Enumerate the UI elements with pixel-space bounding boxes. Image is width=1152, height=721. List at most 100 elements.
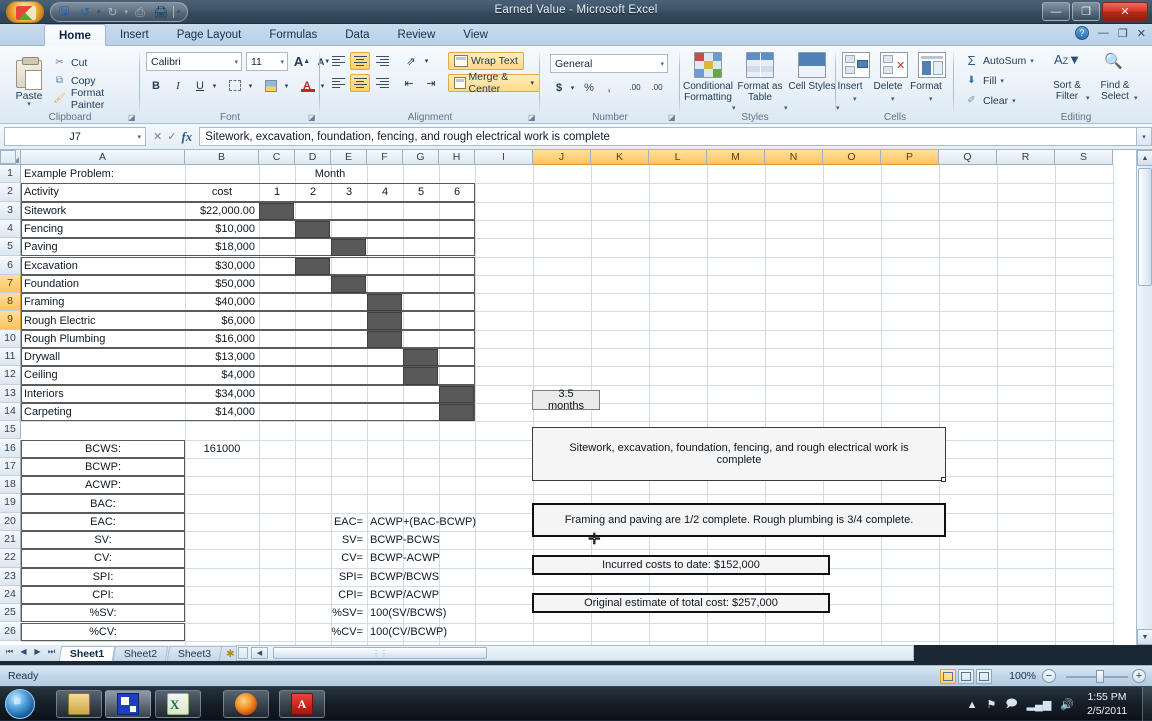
row-header-18[interactable]: 18 [0, 476, 21, 495]
metric-label-25[interactable]: %SV: [21, 604, 185, 622]
format-dropdown-icon[interactable]: ▾ [929, 95, 933, 103]
enter-formula-icon[interactable]: ✓ [167, 130, 176, 143]
currency-dropdown-icon[interactable]: ▾ [568, 80, 577, 95]
activity-cost-10[interactable]: $16,000 [185, 330, 259, 348]
conditional-formatting-dropdown-icon[interactable]: ▾ [732, 104, 736, 112]
gantt-bar-10-month-4[interactable] [367, 330, 402, 348]
column-header-K[interactable]: K [591, 150, 649, 165]
delete-label[interactable]: Delete [868, 81, 908, 92]
format-cells-icon[interactable] [918, 52, 946, 78]
zoom-in-button[interactable]: + [1132, 669, 1146, 683]
font-family-select[interactable]: Calibri ▾ [146, 52, 242, 71]
activity-name-10[interactable]: Rough Plumbing [21, 330, 185, 348]
fill-color-dropdown-icon[interactable]: ▾ [282, 78, 291, 93]
activity-cost-7[interactable]: $50,000 [185, 275, 259, 293]
name-box[interactable]: J7 ▾ [4, 127, 146, 146]
binoculars-icon[interactable]: 🔍 [1104, 52, 1130, 76]
gantt-bar-14-month-6[interactable] [439, 403, 474, 422]
row-header-14[interactable]: 14 [0, 402, 21, 422]
signal-icon[interactable]: ▂▄▆ [1027, 698, 1052, 711]
activity-name-5[interactable]: Paving [21, 238, 185, 256]
percent-button[interactable]: % [580, 78, 598, 97]
row-header-16[interactable]: 16 [0, 439, 21, 458]
insert-function-icon[interactable]: fx [181, 129, 192, 145]
spreadsheet-grid[interactable]: ABCDEFGHIJKLMNOPQRS 1 2 3 4 5 6 7 8 9 10 11 12 13 14 1… [0, 150, 1152, 645]
gantt-bar-13-month-6[interactable] [439, 385, 474, 403]
metric-label-26[interactable]: %CV: [21, 623, 185, 641]
gantt-bar-9-month-4[interactable] [367, 312, 402, 330]
taskbar-item-excel[interactable]: X [155, 690, 201, 718]
insert-dropdown-icon[interactable]: ▾ [853, 95, 857, 103]
scroll-down-icon[interactable]: ▼ [1137, 629, 1152, 645]
activity-cost-11[interactable]: $13,000 [185, 348, 259, 366]
row-header-19[interactable]: 19 [0, 494, 21, 513]
autosum-dropdown-icon[interactable]: ▾ [1030, 57, 1034, 65]
row-header-17[interactable]: 17 [0, 457, 21, 477]
scroll-left-icon[interactable]: ◀ [251, 647, 268, 659]
column-header-G[interactable]: G [403, 150, 439, 165]
callout-estimate[interactable]: Original estimate of total cost: $257,00… [532, 593, 830, 613]
sheet-tab-sheet2[interactable]: Sheet2 [112, 646, 169, 661]
insert-label[interactable]: Insert [830, 81, 870, 92]
format-painter-button[interactable]: 🖌 Format Painter [52, 87, 140, 111]
sheet-tab-sheet1[interactable]: Sheet1 [58, 646, 116, 661]
row-header-9[interactable]: 9 [0, 311, 21, 330]
activity-cost-6[interactable]: $30,000 [185, 257, 259, 275]
clear-dropdown-icon[interactable]: ▾ [1012, 97, 1016, 105]
zoom-level[interactable]: 100% [1009, 670, 1036, 682]
minimize-ribbon-icon[interactable]: — [1098, 27, 1109, 39]
decrease-decimal-button[interactable]: .00 [646, 78, 668, 97]
callout-incurred[interactable]: Incurred costs to date: $152,000 [532, 555, 830, 575]
column-header-F[interactable]: F [367, 150, 403, 165]
chevron-down-icon[interactable]: ▾ [660, 60, 664, 68]
callout-completed[interactable]: Sitework, excavation, foundation, fencin… [532, 427, 946, 481]
normal-view-button[interactable] [940, 669, 956, 684]
formula-text-22[interactable]: BCWP-ACWP [367, 549, 533, 567]
activity-cost-9[interactable]: $6,000 [185, 311, 259, 329]
row-header-23[interactable]: 23 [0, 567, 21, 586]
activity-name-14[interactable]: Carpeting [21, 403, 185, 421]
currency-button[interactable]: $ [550, 78, 568, 97]
activity-name-6[interactable]: Excavation [21, 257, 185, 275]
activity-cost-5[interactable]: $18,000 [185, 238, 259, 256]
column-header-J[interactable]: J [533, 150, 591, 165]
cut-button[interactable]: ✂ Cut [52, 54, 87, 71]
column-header-D[interactable]: D [295, 150, 331, 165]
volume-icon[interactable]: 🔊 [1060, 698, 1074, 711]
row-header-26[interactable]: 26 [0, 622, 21, 641]
row-header-5[interactable]: 5 [0, 238, 21, 257]
metric-label-19[interactable]: BAC: [21, 494, 185, 512]
gantt-bar-3-month-1[interactable] [259, 202, 294, 220]
row-header-1[interactable]: 1 [0, 165, 21, 184]
column-header-cost[interactable]: cost [185, 183, 259, 201]
formula-key-24[interactable]: CPI= [295, 586, 367, 604]
callout-duration[interactable]: 3.5 months [532, 388, 600, 412]
close-workbook-icon[interactable]: ✕ [1137, 27, 1146, 40]
tab-page-layout[interactable]: Page Layout [163, 24, 256, 46]
gantt-bar-8-month-4[interactable] [367, 294, 402, 312]
prev-sheet-icon[interactable]: ◀ [17, 647, 30, 657]
resize-handle[interactable] [941, 477, 946, 482]
number-dialog-launcher-icon[interactable]: ◪ [668, 113, 677, 122]
activity-cost-13[interactable]: $34,000 [185, 385, 259, 403]
activity-name-3[interactable]: Sitework [21, 202, 185, 220]
show-hidden-icons-icon[interactable]: ▲ [967, 699, 978, 711]
formula-text-20[interactable]: ACWP+(BAC-BCWP) [367, 513, 533, 531]
row-header-10[interactable]: 10 [0, 329, 21, 348]
align-right-button[interactable] [372, 74, 392, 92]
vertical-scroll-thumb[interactable] [1138, 168, 1152, 286]
formula-key-22[interactable]: CV= [295, 549, 367, 567]
merge-dropdown-icon[interactable]: ▾ [530, 79, 534, 87]
gantt-bar-6-month-2[interactable] [295, 257, 330, 275]
metric-label-23[interactable]: SPI: [21, 568, 185, 586]
font-color-button[interactable]: A [296, 76, 318, 95]
formula-text-21[interactable]: BCWP-BCWS [367, 531, 533, 549]
column-header-E[interactable]: E [331, 150, 367, 165]
delete-dropdown-icon[interactable]: ▾ [891, 95, 895, 103]
column-header-month-3[interactable]: 3 [331, 183, 367, 201]
vertical-split-handle[interactable] [0, 150, 16, 164]
activity-name-8[interactable]: Framing [21, 293, 185, 311]
formula-key-21[interactable]: SV= [295, 531, 367, 549]
zoom-slider-handle[interactable] [1096, 670, 1104, 683]
underline-dropdown-icon[interactable]: ▾ [210, 78, 219, 93]
